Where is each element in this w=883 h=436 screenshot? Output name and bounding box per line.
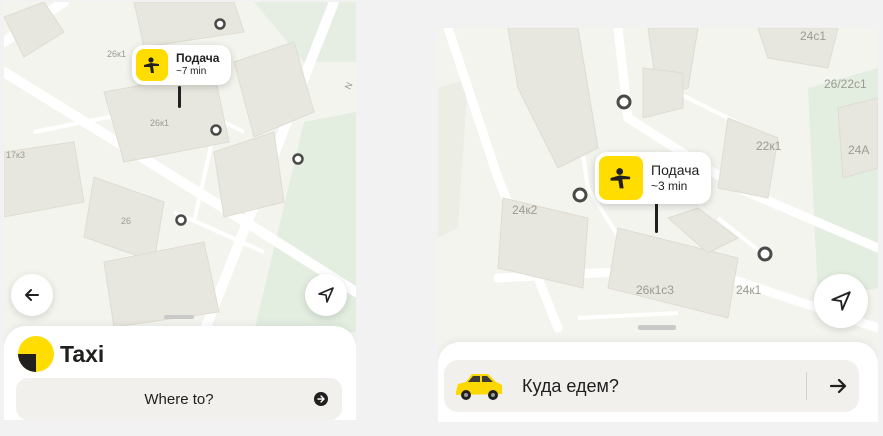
pickup-marker[interactable]: Подача ~3 min (595, 152, 712, 204)
pickup-title: Подача (176, 51, 220, 66)
forward-button[interactable] (816, 360, 859, 412)
locate-me-button[interactable] (814, 274, 868, 328)
yandex-taxi-logo-icon (18, 336, 54, 372)
pickup-marker[interactable]: Подача ~7 min (132, 45, 232, 85)
locate-arrow-icon (318, 287, 334, 303)
building-label-2: 26к1 (150, 118, 169, 128)
pickup-eta: ~7 min (176, 66, 207, 78)
destination-placeholder: Where to? (144, 390, 214, 408)
destination-field[interactable]: Where to? (16, 378, 342, 420)
field-divider (806, 372, 807, 400)
building-label-6: 26к1с3 (636, 283, 674, 297)
building-label-3: 22к1 (756, 139, 782, 153)
entrance-marker[interactable] (757, 246, 773, 262)
pickup-title: Подача (651, 161, 700, 178)
entrance-marker[interactable] (292, 153, 304, 165)
locate-arrow-icon (831, 291, 851, 311)
pickup-eta: ~3 min (651, 179, 688, 194)
building-label-4: 26 (121, 216, 131, 226)
entrance-marker[interactable] (175, 214, 187, 226)
building-label-1: 24с1 (800, 29, 826, 43)
entrance-marker[interactable] (214, 18, 226, 30)
brand: Taxi (18, 336, 104, 372)
back-arrow-icon (25, 289, 39, 301)
order-sheet: Куда едем? (438, 342, 878, 422)
yellow-taxi-car-icon (456, 374, 502, 400)
destination-field[interactable]: Куда едем? (444, 360, 859, 412)
order-sheet: Taxi Where to? (4, 326, 356, 420)
sheet-handle[interactable] (164, 315, 194, 319)
pickup-pin-stem (655, 203, 658, 233)
taxi-screen-russian: 24с1 26/22с1 22к1 24A 24к2 26к1с3 24к1 П… (438, 28, 878, 422)
building-label-5: 24к2 (512, 203, 538, 217)
entrance-marker[interactable] (616, 94, 632, 110)
forward-arrow-icon (829, 378, 846, 394)
entrance-marker[interactable] (572, 187, 588, 203)
go-arrow-icon[interactable] (314, 392, 328, 406)
building-label-3: 17к3 (6, 150, 25, 160)
destination-placeholder: Куда едем? (522, 375, 619, 396)
building-label-1: 26к1 (107, 49, 126, 59)
sheet-handle[interactable] (638, 325, 676, 330)
back-button[interactable] (11, 274, 53, 316)
building-label-2: 26/22с1 (824, 77, 867, 91)
building-label-7: 24к1 (736, 283, 762, 297)
pointing-person-icon (136, 49, 168, 81)
brand-name: Taxi (60, 340, 105, 367)
pickup-pin-stem (178, 86, 181, 108)
building-label-4: 24A (848, 143, 869, 157)
entrance-marker[interactable] (210, 124, 222, 136)
taxi-screen-english: 26к1 26к1 17к3 26 N Подача ~7 min Taxi W… (4, 2, 356, 420)
pointing-person-icon (599, 156, 643, 200)
locate-me-button[interactable] (305, 274, 347, 316)
